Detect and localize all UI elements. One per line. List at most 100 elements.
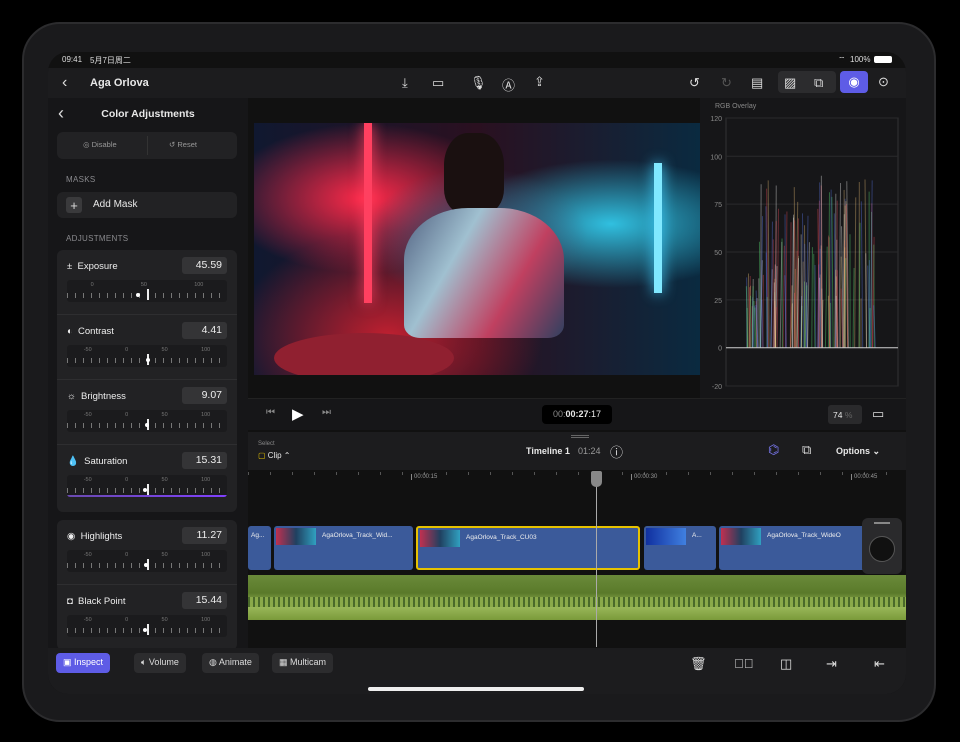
adjustment-saturation: 💧 Saturation 15.31 -50 0 50 100: [57, 445, 237, 510]
animate-icon: ◍: [209, 657, 219, 667]
viewer-options-icon[interactable]: ▭: [872, 406, 884, 422]
inspect-button[interactable]: ▣ Inspect: [56, 653, 110, 673]
photo-icon[interactable]: ▨: [784, 75, 796, 91]
share-icon[interactable]: ⇪: [534, 74, 545, 90]
viewer-layout-icon[interactable]: ▤: [751, 75, 763, 91]
adjustment-value-field[interactable]: 15.31: [182, 452, 227, 469]
microphone-icon[interactable]: 🎙: [470, 75, 487, 91]
adjustment-value-field[interactable]: 11.27: [182, 527, 227, 544]
subject-head: [444, 133, 504, 213]
adjustment-slider[interactable]: -50 0 50 100: [67, 475, 227, 497]
clip-appearance-icon[interactable]: ⧉: [802, 442, 811, 458]
adjustment-slider[interactable]: -50 0 50 100: [67, 345, 227, 367]
timeline-clip[interactable]: AgaOrlova_Track_Wid...: [274, 526, 413, 570]
clip-thumbnail: [646, 528, 686, 545]
drag-handle[interactable]: [571, 435, 589, 438]
scope-waveform: 1201007550250-20: [700, 98, 906, 398]
neon-light: [364, 123, 372, 303]
select-clip-dropdown[interactable]: ▢ Clip ⌃: [258, 451, 291, 460]
pen-icon[interactable]: Ⓐ: [502, 75, 515, 94]
adjustment-slider[interactable]: 0 50 100: [67, 280, 227, 302]
adjustment-value-field[interactable]: 45.59: [182, 257, 227, 274]
scope-axis-label: 120: [710, 116, 722, 123]
checkmark-icon[interactable]: ✓⃝: [734, 656, 754, 671]
timeline-clip[interactable]: Ag...: [248, 526, 271, 570]
neon-light: [654, 163, 662, 293]
ruler-label: 00:00:45: [851, 474, 877, 480]
inspector-icon[interactable]: ◉: [840, 71, 868, 93]
snapping-icon[interactable]: ⌬: [768, 442, 779, 458]
reset-button[interactable]: ↺ Reset: [169, 140, 197, 149]
adjustment-black-point: ◘ Black Point 15.44 -50 0 50 100: [57, 585, 237, 650]
animate-button[interactable]: ◍ Animate: [202, 653, 259, 673]
adjustment-icon: ☼: [67, 391, 76, 402]
trash-icon[interactable]: 🗑︎: [690, 656, 707, 672]
slider-scale: -50 0 50 100: [67, 347, 227, 353]
undo-icon[interactable]: ↺: [689, 75, 700, 91]
adjustment-label: ◉ Highlights: [67, 531, 122, 542]
adjustment-contrast: ◐ Contrast 4.41 -50 0 50 100: [57, 315, 237, 380]
masks-header: MASKS: [66, 175, 96, 184]
adjustment-slider[interactable]: -50 0 50 100: [67, 410, 227, 432]
adjustment-slider[interactable]: -50 0 50 100: [67, 550, 227, 572]
adjustment-icon: ±: [67, 261, 72, 272]
volume-button[interactable]: 🔈︎ Volume: [134, 653, 186, 673]
adjustment-label: 💧 Saturation: [67, 456, 127, 467]
scope-trace: [837, 201, 838, 348]
ruler-ticks: [248, 472, 906, 475]
timecode[interactable]: 00:00:27:17: [542, 405, 612, 424]
adjustment-value-field[interactable]: 9.07: [182, 387, 227, 404]
nav-bar: ‹ Aga Orlova ⤓ ▭ 🎙 Ⓐ ⇪ ↺ ↻ ▤ ▨ ⧉ ◉ ⊙: [48, 68, 906, 98]
timeline-clip[interactable]: A...: [644, 526, 716, 570]
camera-icon[interactable]: ▭: [432, 75, 444, 91]
plus-icon: +: [66, 197, 82, 213]
dial-icon: [869, 536, 895, 562]
more-icon[interactable]: ⊙: [878, 74, 889, 90]
info-icon[interactable]: ⓘ: [610, 442, 623, 461]
skip-back-icon[interactable]: ⏮: [266, 407, 275, 418]
add-mask-button[interactable]: + Add Mask: [57, 192, 237, 218]
trim-start-icon[interactable]: ⇥: [826, 656, 837, 672]
playhead[interactable]: [596, 471, 597, 647]
scope-axis-label: 75: [714, 202, 722, 209]
zoom-level[interactable]: 74 %: [828, 405, 862, 424]
playhead-handle[interactable]: [591, 471, 602, 487]
ruler-label: 00:00:30: [631, 474, 657, 480]
adjustment-value-field[interactable]: 15.44: [182, 592, 227, 609]
scope-trace: [783, 246, 784, 348]
adjustment-value-field[interactable]: 4.41: [182, 322, 227, 339]
redo-icon[interactable]: ↻: [721, 75, 732, 91]
multicam-icon: ▦: [279, 657, 290, 667]
slider-center-marker: [147, 289, 149, 300]
adjustment-brightness: ☼ Brightness 9.07 -50 0 50 100: [57, 380, 237, 445]
home-indicator[interactable]: [368, 687, 584, 691]
eye-slash-icon: ◎: [83, 140, 92, 149]
skip-forward-icon[interactable]: ⏭: [322, 407, 331, 418]
adjustment-slider[interactable]: -50 0 50 100: [67, 615, 227, 637]
disable-button[interactable]: ◎ Disable: [83, 140, 117, 149]
import-icon[interactable]: ⤓: [402, 75, 408, 91]
sticker-icon[interactable]: ⧉: [814, 75, 823, 91]
video-viewer[interactable]: [254, 123, 700, 375]
multicam-button[interactable]: ▦ Multicam: [272, 653, 333, 673]
audio-meter-widget[interactable]: [862, 518, 902, 574]
inspector-panel: ‹ Color Adjustments ◎ Disable ↺ Reset MA…: [48, 98, 248, 648]
scope-trace: [832, 197, 833, 348]
timeline-name: Timeline 1: [526, 446, 570, 456]
timeline-ruler[interactable]: 00:00:15 00:00:30 00:00:45: [248, 470, 906, 488]
split-icon[interactable]: ◫: [780, 656, 792, 672]
audio-track[interactable]: [248, 575, 906, 620]
scope-trace: [780, 242, 782, 348]
speaker-icon: 🔈︎: [141, 657, 149, 667]
options-button[interactable]: Options ⌄: [836, 446, 880, 457]
adjustment-label: ◘ Black Point: [67, 596, 126, 607]
adjustment-label: ◐ Contrast: [67, 326, 114, 337]
back-icon[interactable]: ‹: [62, 74, 67, 92]
scope-trace: [853, 268, 854, 348]
scope-trace: [820, 182, 821, 347]
trim-end-icon[interactable]: ⇤: [874, 656, 885, 672]
timeline-clip-selected[interactable]: AgaOrlova_Track_CU03: [416, 526, 640, 570]
play-icon[interactable]: ▶: [292, 405, 304, 423]
timeline-clip[interactable]: AgaOrlova_Track_WideO: [719, 526, 867, 570]
slider-value-dot: [146, 358, 150, 362]
